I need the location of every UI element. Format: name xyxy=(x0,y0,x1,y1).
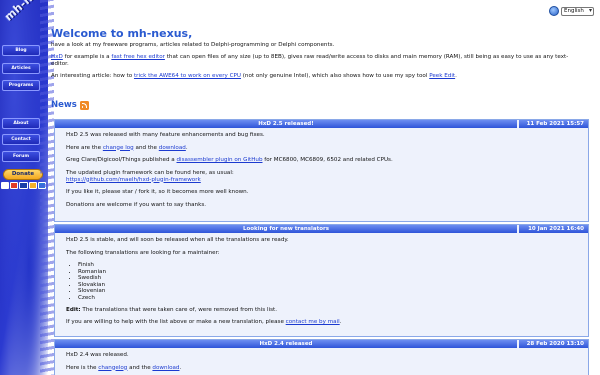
card-icon-2 xyxy=(10,182,19,189)
page-title: Welcome to mh-nexus, xyxy=(51,27,193,40)
post-text: for MC6800, MC6809, 6502 and related CPU… xyxy=(262,157,393,163)
post-text: Here are the xyxy=(66,144,103,151)
nav-about-button[interactable]: About xyxy=(2,118,40,129)
changelog-link[interactable]: changelog xyxy=(98,365,127,371)
nav-forum-button[interactable]: Forum xyxy=(2,151,40,162)
post-body: HxD 2.5 was released with many feature e… xyxy=(55,128,588,217)
post-text: If you like it, please star / fork it, s… xyxy=(66,189,249,195)
list-item: Czech xyxy=(78,295,577,302)
post-date: 28 Feb 2020 13:10 xyxy=(519,340,588,348)
post-body: HxD 2.5 is stable, and will soon be rele… xyxy=(55,233,588,335)
post-text: . xyxy=(179,364,182,371)
card-icon-3 xyxy=(19,182,28,189)
card-icon-4 xyxy=(28,182,37,189)
hxd-link[interactable]: HxD xyxy=(51,54,63,60)
intro-text: editor. xyxy=(51,61,69,67)
post-date: 11 Feb 2021 15:57 xyxy=(519,120,588,128)
post-title[interactable]: Looking for new translators xyxy=(55,225,517,233)
post-text: Greg Clare/Digicool/Things published a d… xyxy=(66,157,577,164)
peek-edit-link[interactable]: Peek Edit xyxy=(429,73,455,79)
payment-cards xyxy=(1,182,47,189)
donate-button[interactable]: Donate xyxy=(3,169,43,180)
translation-list: Finish Romanian Swedish Slovakian Sloven… xyxy=(78,262,577,301)
language-selector: English xyxy=(549,6,594,16)
card-icon-1 xyxy=(1,182,10,189)
intro-text: An interesting article: how to xyxy=(51,73,134,79)
post-date: 10 Jan 2021 16:40 xyxy=(519,225,588,233)
change-log-link[interactable]: change log xyxy=(103,145,134,151)
nav-programs-button[interactable]: Programs xyxy=(2,80,40,91)
post-text: The following translations are looking f… xyxy=(66,249,220,256)
post-text: If you are willing to help with the list… xyxy=(66,319,286,325)
post-text: The translations that were taken care of… xyxy=(80,306,277,313)
post-header: HxD 2.5 released! 11 Feb 2021 15:57 xyxy=(55,120,588,128)
contact-mail-link[interactable]: contact me by mail xyxy=(286,319,340,325)
post-text: HxD 2.4 was released. xyxy=(66,352,129,358)
post-text: Donations are welcome if you want to say… xyxy=(66,201,207,208)
post-text: Greg Clare/Digicool/Things published a xyxy=(66,157,177,163)
post-text: HxD 2.5 is stable, and will soon be rele… xyxy=(66,237,289,243)
post-text: If you are willing to help with the list… xyxy=(66,319,577,326)
intro-text: that can open files of any size (up to 8… xyxy=(164,54,569,60)
download-link[interactable]: download xyxy=(152,365,179,371)
intro-text: . xyxy=(455,73,457,79)
nav-contact-button[interactable]: Contact xyxy=(2,134,40,145)
post-text: and the xyxy=(127,364,153,371)
post-title[interactable]: HxD 2.5 released! xyxy=(55,120,517,128)
disassembler-plugin-link[interactable]: disassembler plugin on GitHub xyxy=(177,157,263,163)
intro-text: for example is a xyxy=(62,54,112,60)
post-text: Edit: The translations that were taken c… xyxy=(66,307,577,314)
post-text: Here is the changelog and the download. xyxy=(66,365,577,372)
hex-editor-link[interactable]: fast free hex editor xyxy=(111,54,165,60)
news-post: Looking for new translators 10 Jan 2021 … xyxy=(54,224,589,337)
sidebar: mh-nexus Blog Articles Programs About Co… xyxy=(0,0,58,375)
globe-icon xyxy=(549,6,559,16)
download-link[interactable]: download xyxy=(159,145,186,151)
language-select[interactable]: English xyxy=(561,6,594,16)
card-icon-5 xyxy=(37,182,47,189)
post-text: The updated plugin framework can be foun… xyxy=(66,169,234,176)
github-framework-link[interactable]: https://github.com/maelh/hxd-plugin-fram… xyxy=(66,177,201,183)
edit-label: Edit: xyxy=(66,306,81,313)
nav-articles-button[interactable]: Articles xyxy=(2,63,40,74)
rss-icon[interactable] xyxy=(79,100,89,110)
post-body: HxD 2.4 was released. Here is the change… xyxy=(55,348,588,375)
intro-line-2: HxD for example is a fast free hex edito… xyxy=(51,54,581,68)
news-heading: News xyxy=(51,100,89,110)
nav-blog-button[interactable]: Blog xyxy=(2,45,40,56)
post-header: Looking for new translators 10 Jan 2021 … xyxy=(55,225,588,233)
news-post: HxD 2.4 released 28 Feb 2020 13:10 HxD 2… xyxy=(54,339,589,375)
post-text: . xyxy=(185,144,188,151)
awe64-article-link[interactable]: trick the AWE64 to work on every CPU xyxy=(134,73,241,79)
post-header: HxD 2.4 released 28 Feb 2020 13:10 xyxy=(55,340,588,348)
intro-line-3: An interesting article: how to trick the… xyxy=(51,73,457,80)
post-text: HxD 2.5 was released with many feature e… xyxy=(66,132,265,138)
post-text: . xyxy=(339,319,342,325)
post-text: and the xyxy=(133,144,159,151)
post-text: Here is the xyxy=(66,364,99,371)
post-title[interactable]: HxD 2.4 released xyxy=(55,340,517,348)
intro-text: (not only genuine Intel), which also sho… xyxy=(240,73,430,79)
news-post: HxD 2.5 released! 11 Feb 2021 15:57 HxD … xyxy=(54,119,589,222)
news-heading-text: News xyxy=(51,100,77,110)
intro-line-1: have a look at my freeware programs, art… xyxy=(51,42,335,48)
post-text: Here are the change log and the download… xyxy=(66,145,577,152)
site-logo[interactable]: mh-nexus xyxy=(2,0,58,24)
